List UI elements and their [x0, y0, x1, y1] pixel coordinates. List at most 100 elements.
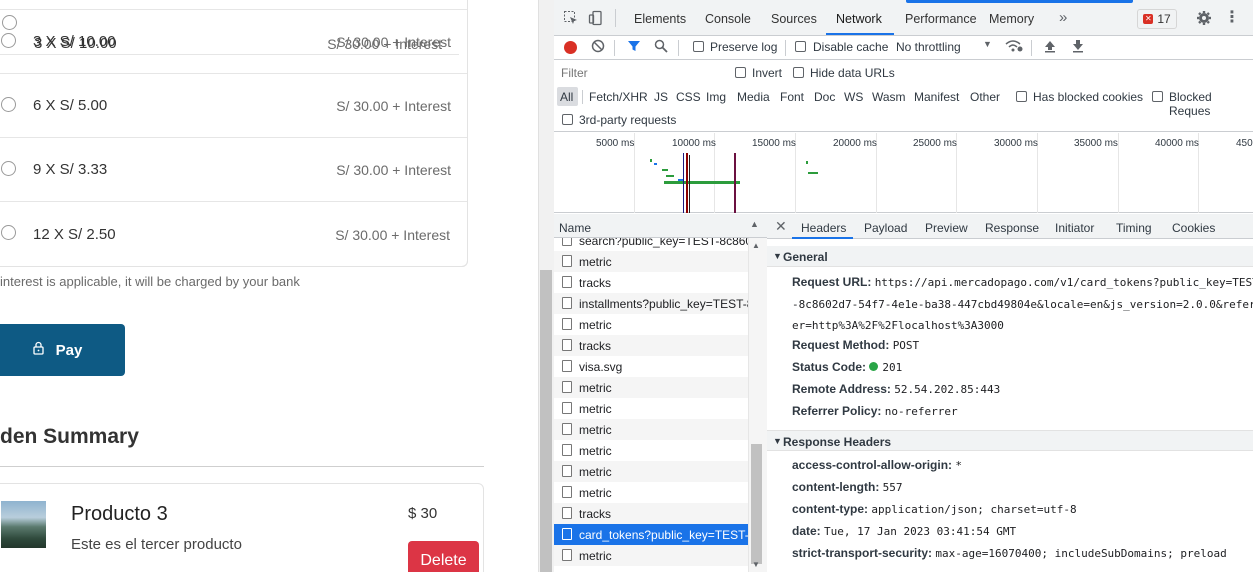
status-ok-icon	[869, 362, 879, 371]
tab-memory[interactable]: Memory	[989, 12, 1034, 26]
tab-headers[interactable]: Headers	[801, 221, 846, 235]
request-row[interactable]: metric	[554, 440, 748, 461]
request-row[interactable]: metric	[554, 398, 748, 419]
tab-preview[interactable]: Preview	[925, 221, 968, 235]
type-img[interactable]: Img	[706, 90, 726, 104]
request-checkbox-icon	[562, 255, 572, 267]
device-toolbar-icon[interactable]	[588, 10, 604, 26]
general-section-header[interactable]: ▼ General	[767, 246, 1253, 267]
installment-option[interactable]: 6 X S/ 5.00 S/ 30.00 + Interest	[0, 74, 468, 138]
request-row[interactable]: metric	[554, 251, 748, 272]
request-checkbox-icon	[562, 360, 572, 372]
delete-button[interactable]: Delete	[408, 541, 479, 572]
tab-timing[interactable]: Timing	[1116, 221, 1152, 235]
record-icon[interactable]	[564, 41, 577, 54]
network-conditions-icon[interactable]	[1005, 39, 1023, 57]
order-summary-title: den Summary	[0, 425, 139, 448]
request-list-scrollbar[interactable]: ▲ ▼	[748, 238, 767, 572]
tab-console[interactable]: Console	[705, 12, 751, 26]
installment-radio[interactable]	[1, 33, 16, 48]
invert-checkbox[interactable]	[735, 67, 746, 78]
request-row[interactable]: metric	[554, 461, 748, 482]
preserve-log-checkbox[interactable]	[693, 41, 704, 52]
tab-elements[interactable]: Elements	[634, 12, 686, 26]
installment-option[interactable]: 9 X S/ 3.33 S/ 30.00 + Interest	[0, 138, 468, 202]
search-icon[interactable]	[654, 39, 668, 57]
issues-badge[interactable]: ✕ 17	[1137, 9, 1177, 29]
hide-data-urls-label: Hide data URLs	[810, 66, 895, 80]
request-row[interactable]: metric	[554, 314, 748, 335]
tab-initiator[interactable]: Initiator	[1055, 221, 1094, 235]
tab-performance[interactable]: Performance	[905, 12, 977, 26]
type-all[interactable]: All	[560, 90, 573, 104]
request-row[interactable]: tracks	[554, 272, 748, 293]
scrollbar-thumb[interactable]	[540, 270, 552, 572]
type-other[interactable]: Other	[970, 90, 1000, 104]
request-row[interactable]: search?public_key=TEST-8c8602	[554, 238, 748, 251]
filter-input[interactable]: Filter	[558, 64, 720, 82]
scroll-up-icon[interactable]: ▲	[752, 241, 760, 250]
installment-option[interactable]: 3 X S/ 10.00 S/ 30.00 + Interest	[0, 10, 468, 74]
type-font[interactable]: Font	[780, 90, 804, 104]
installment-radio[interactable]	[1, 97, 16, 112]
response-headers-section-header[interactable]: ▼ Response Headers	[767, 430, 1253, 451]
type-css[interactable]: CSS	[676, 90, 701, 104]
clear-icon[interactable]	[591, 39, 605, 57]
installment-total: S/ 30.00 + Interest	[336, 98, 451, 114]
tab-cookies[interactable]: Cookies	[1172, 221, 1215, 235]
name-column-header[interactable]: Name ▲	[554, 214, 767, 238]
export-har-icon[interactable]	[1072, 39, 1084, 57]
request-row[interactable]: installments?public_key=TEST-8	[554, 293, 748, 314]
third-party-checkbox[interactable]	[562, 114, 573, 125]
type-fetch-xhr[interactable]: Fetch/XHR	[589, 90, 648, 104]
disable-cache-checkbox[interactable]	[795, 41, 806, 52]
installment-total: S/ 30.00 + Interest	[336, 162, 451, 178]
blocked-requests-checkbox[interactable]	[1152, 91, 1163, 102]
request-row[interactable]: card_tokens?public_key=TEST-8	[554, 524, 748, 545]
sort-up-icon[interactable]: ▲	[750, 219, 759, 229]
tab-sources[interactable]: Sources	[771, 12, 817, 26]
scrollbar-thumb[interactable]	[751, 444, 762, 564]
tab-payload[interactable]: Payload	[864, 221, 907, 235]
type-wasm[interactable]: Wasm	[872, 90, 906, 104]
installment-radio[interactable]	[1, 225, 16, 240]
request-checkbox-icon	[562, 549, 572, 561]
request-row[interactable]: visa.svg	[554, 356, 748, 377]
tab-network[interactable]: Network	[836, 12, 882, 26]
settings-gear-icon[interactable]	[1196, 10, 1212, 26]
response-header-row: access-control-allow-origin: *	[792, 458, 962, 472]
type-media[interactable]: Media	[737, 90, 770, 104]
type-doc[interactable]: Doc	[814, 90, 835, 104]
type-ws[interactable]: WS	[844, 90, 863, 104]
hide-data-urls-checkbox[interactable]	[793, 67, 804, 78]
timeline-overview[interactable]: 5000 ms 10000 ms 15000 ms 20000 ms 25000…	[554, 133, 1253, 213]
chevron-down-icon[interactable]: ▼	[983, 39, 992, 49]
details-tabbar: ✕ Headers Payload Preview Response Initi…	[767, 214, 1253, 239]
request-row[interactable]: metric	[554, 377, 748, 398]
pay-button[interactable]: Pay	[0, 324, 125, 376]
request-name: metric	[579, 465, 612, 479]
request-row[interactable]: tracks	[554, 335, 748, 356]
request-row[interactable]: tracks	[554, 503, 748, 524]
invert-label: Invert	[752, 66, 783, 80]
scroll-down-icon[interactable]: ▼	[752, 560, 760, 569]
tab-response[interactable]: Response	[985, 221, 1039, 235]
import-har-icon[interactable]	[1044, 39, 1056, 57]
inspect-element-icon[interactable]	[563, 10, 579, 26]
page-scrollbar[interactable]	[538, 0, 554, 572]
header-value: 201	[882, 361, 903, 374]
more-options-icon[interactable]: ⋮	[1224, 10, 1240, 26]
type-js[interactable]: JS	[654, 90, 668, 104]
installment-option[interactable]: 12 X S/ 2.50 S/ 30.00 + Interest	[0, 202, 468, 267]
close-icon[interactable]: ✕	[775, 218, 787, 235]
request-checkbox-icon	[562, 318, 572, 330]
type-manifest[interactable]: Manifest	[914, 90, 959, 104]
request-row[interactable]: metric	[554, 419, 748, 440]
request-row[interactable]: metric	[554, 545, 748, 566]
installment-radio[interactable]	[1, 161, 16, 176]
more-tabs-icon[interactable]: »	[1059, 9, 1067, 26]
filter-icon[interactable]	[627, 39, 641, 57]
throttling-select[interactable]: No throttling	[896, 40, 961, 54]
has-blocked-cookies-checkbox[interactable]	[1016, 91, 1027, 102]
request-row[interactable]: metric	[554, 482, 748, 503]
